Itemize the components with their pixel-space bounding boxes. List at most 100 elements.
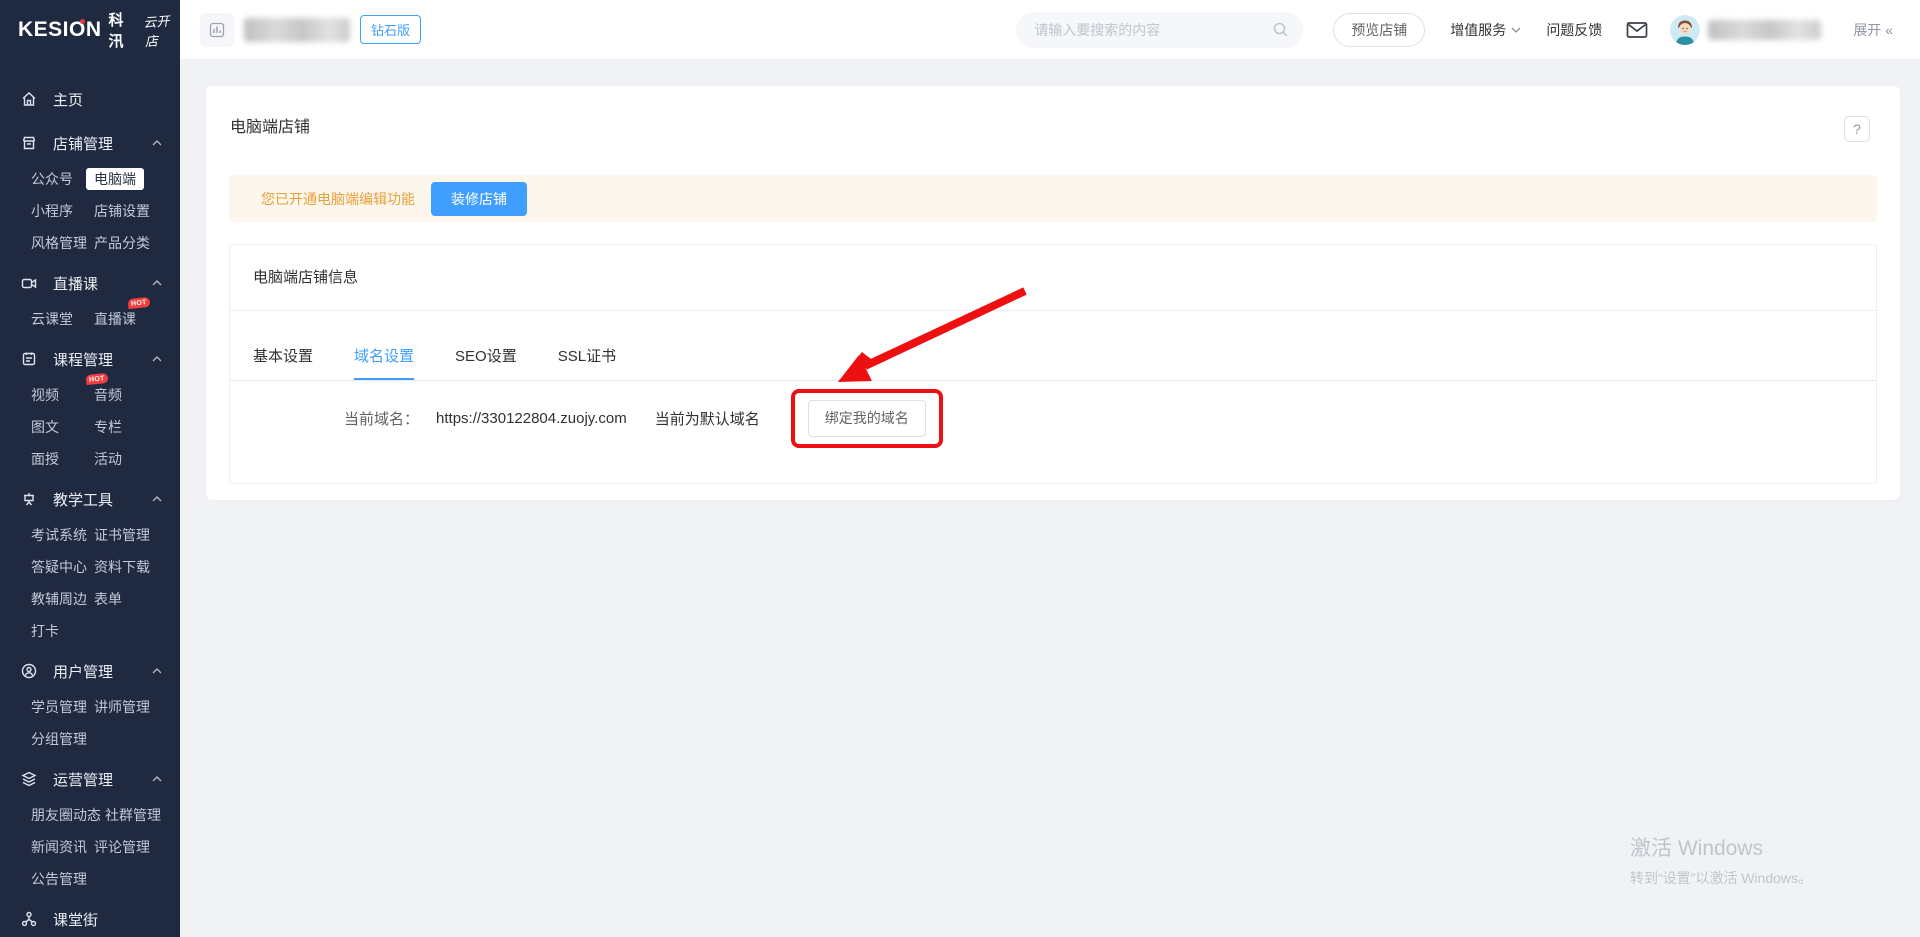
- sidebar-subrow: 云课堂 直播课HOT: [0, 303, 180, 335]
- sidebar-item-form[interactable]: 表单: [94, 589, 122, 609]
- sidebar-subrow: 朋友圈动态 社群管理: [0, 799, 180, 831]
- sidebar-group-shop[interactable]: 店铺管理: [0, 123, 180, 163]
- sidebar-item-live-course[interactable]: 直播课HOT: [94, 309, 136, 329]
- tab-basic-settings[interactable]: 基本设置: [253, 345, 313, 380]
- sidebar-subrow: 教辅周边 表单: [0, 583, 180, 615]
- search-icon[interactable]: [1272, 21, 1289, 38]
- sidebar-item-activity[interactable]: 活动: [94, 449, 122, 469]
- sidebar-item-moments[interactable]: 朋友圈动态: [31, 805, 105, 825]
- sidebar-item-video[interactable]: 视频HOT: [31, 385, 94, 405]
- sidebar-item-home[interactable]: 主页: [0, 79, 180, 119]
- sidebar-subrow: 学员管理 讲师管理: [0, 691, 180, 723]
- sidebar-subrow: 公众号 电脑端: [0, 163, 180, 195]
- sidebar-item-pc[interactable]: 电脑端: [94, 169, 144, 189]
- logo-script: 云开店: [142, 9, 180, 49]
- sidebar: KESION 科汛 云开店 主页 店铺管理 公众号 电脑端 小程序 店铺设置 风…: [0, 0, 180, 937]
- sidebar-item-audio[interactable]: 音频: [94, 385, 122, 405]
- expand-toggle[interactable]: 展开 «: [1853, 20, 1893, 40]
- sidebar-item-product-category[interactable]: 产品分类: [94, 233, 150, 253]
- domain-label: 当前域名：: [344, 408, 419, 429]
- sidebar-item-community[interactable]: 社群管理: [105, 805, 161, 825]
- home-icon: [20, 90, 38, 108]
- chevron-up-icon[interactable]: [152, 776, 162, 782]
- chevron-up-icon[interactable]: [152, 356, 162, 362]
- store-info-panel: 电脑端店铺信息 基本设置 域名设置 SEO设置 SSL证书 当前域名： http…: [229, 244, 1877, 484]
- sidebar-item-checkin[interactable]: 打卡: [31, 621, 94, 641]
- mail-icon[interactable]: [1626, 21, 1648, 39]
- sidebar-group-tools[interactable]: 教学工具: [0, 479, 180, 519]
- sidebar-item-shop-settings[interactable]: 店铺设置: [94, 201, 150, 221]
- sidebar-item-gongzhonghao[interactable]: 公众号: [31, 169, 94, 189]
- sidebar-subrow: 答疑中心 资料下载: [0, 551, 180, 583]
- sidebar-item-announcements[interactable]: 公告管理: [31, 869, 94, 889]
- sidebar-item-certificate[interactable]: 证书管理: [94, 525, 150, 545]
- tools-icon: [20, 490, 38, 508]
- tab-domain-settings[interactable]: 域名设置: [354, 345, 414, 380]
- sidebar-item-classroom-street[interactable]: 课堂街: [0, 899, 180, 937]
- feature-alert: 您已开通电脑端编辑功能 装修店铺: [229, 175, 1877, 222]
- avatar[interactable]: [1670, 15, 1700, 45]
- sidebar-item-style[interactable]: 风格管理: [31, 233, 94, 253]
- sidebar-item-miniprogram[interactable]: 小程序: [31, 201, 94, 221]
- sidebar-item-article[interactable]: 图文: [31, 417, 94, 437]
- sidebar-group-label: 教学工具: [53, 489, 113, 510]
- domain-row: 当前域名： https://330122804.zuojy.com 当前为默认域…: [230, 381, 1876, 455]
- sidebar-group-live[interactable]: 直播课: [0, 263, 180, 303]
- sidebar-group-label: 课程管理: [53, 349, 113, 370]
- help-button[interactable]: ?: [1844, 116, 1870, 142]
- alert-text: 您已开通电脑端编辑功能: [261, 189, 415, 209]
- sidebar-item-download[interactable]: 资料下载: [94, 557, 150, 577]
- course-icon: [20, 350, 38, 368]
- tab-seo-settings[interactable]: SEO设置: [455, 345, 517, 380]
- search-input[interactable]: [1034, 22, 1272, 38]
- value-added-services-menu[interactable]: 增值服务: [1450, 20, 1521, 40]
- sidebar-item-label: 主页: [53, 89, 83, 110]
- bind-domain-button[interactable]: 绑定我的域名: [808, 400, 926, 437]
- domain-value: https://330122804.zuojy.com: [436, 410, 627, 427]
- sidebar-subrow: 图文 专栏: [0, 411, 180, 443]
- sidebar-item-teaching-aids[interactable]: 教辅周边: [31, 589, 94, 609]
- chevron-up-icon[interactable]: [152, 496, 162, 502]
- sidebar-group-label: 店铺管理: [53, 133, 113, 154]
- sidebar-subrow: 视频HOT 音频: [0, 379, 180, 411]
- search-box[interactable]: [1016, 12, 1303, 48]
- preview-store-button[interactable]: 预览店铺: [1333, 13, 1425, 47]
- sidebar-item-groups[interactable]: 分组管理: [31, 729, 94, 749]
- decorate-store-button[interactable]: 装修店铺: [431, 182, 527, 216]
- topbar: 钻石版 预览店铺 增值服务 问题反馈 展开 «: [180, 0, 1920, 59]
- app-logo[interactable]: KESION 科汛 云开店: [0, 0, 180, 59]
- layers-icon: [20, 770, 38, 788]
- sidebar-group-users[interactable]: 用户管理: [0, 651, 180, 691]
- chevron-up-icon[interactable]: [152, 668, 162, 674]
- sidebar-item-column[interactable]: 专栏: [94, 417, 122, 437]
- sidebar-subrow: 分组管理: [0, 723, 180, 755]
- sidebar-subrow: 公告管理: [0, 863, 180, 895]
- sidebar-item-teachers[interactable]: 讲师管理: [94, 697, 150, 717]
- sidebar-item-qa[interactable]: 答疑中心: [31, 557, 94, 577]
- sidebar-item-comments[interactable]: 评论管理: [94, 837, 150, 857]
- user-icon: [20, 662, 38, 680]
- sidebar-subrow: 新闻资讯 评论管理: [0, 831, 180, 863]
- main-content: 电脑端店铺 ? 您已开通电脑端编辑功能 装修店铺 电脑端店铺信息 基本设置 域名…: [180, 0, 1920, 937]
- sidebar-subrow: 打卡: [0, 615, 180, 647]
- hot-badge: HOT: [86, 373, 109, 385]
- chevron-up-icon[interactable]: [152, 280, 162, 286]
- stats-chart-icon[interactable]: [200, 13, 234, 47]
- chevron-up-icon[interactable]: [152, 140, 162, 146]
- sidebar-item-news[interactable]: 新闻资讯: [31, 837, 94, 857]
- logo-cn: 科汛: [109, 9, 137, 51]
- store-name-blurred: [244, 18, 350, 42]
- sidebar-group-operations[interactable]: 运营管理: [0, 759, 180, 799]
- sidebar-item-students[interactable]: 学员管理: [31, 697, 94, 717]
- sidebar-item-cloud-class[interactable]: 云课堂: [31, 309, 94, 329]
- edition-badge[interactable]: 钻石版: [360, 15, 421, 44]
- tab-ssl-certificate[interactable]: SSL证书: [558, 345, 616, 380]
- sidebar-item-offline[interactable]: 面授: [31, 449, 94, 469]
- settings-tabs: 基本设置 域名设置 SEO设置 SSL证书: [230, 311, 1876, 381]
- sidebar-group-course[interactable]: 课程管理: [0, 339, 180, 379]
- feedback-link[interactable]: 问题反馈: [1546, 20, 1602, 40]
- sidebar-item-exam[interactable]: 考试系统: [31, 525, 94, 545]
- sidebar-group-label: 直播课: [53, 273, 98, 294]
- network-icon: [20, 910, 38, 928]
- pc-store-card: 电脑端店铺 ? 您已开通电脑端编辑功能 装修店铺 电脑端店铺信息 基本设置 域名…: [206, 86, 1900, 500]
